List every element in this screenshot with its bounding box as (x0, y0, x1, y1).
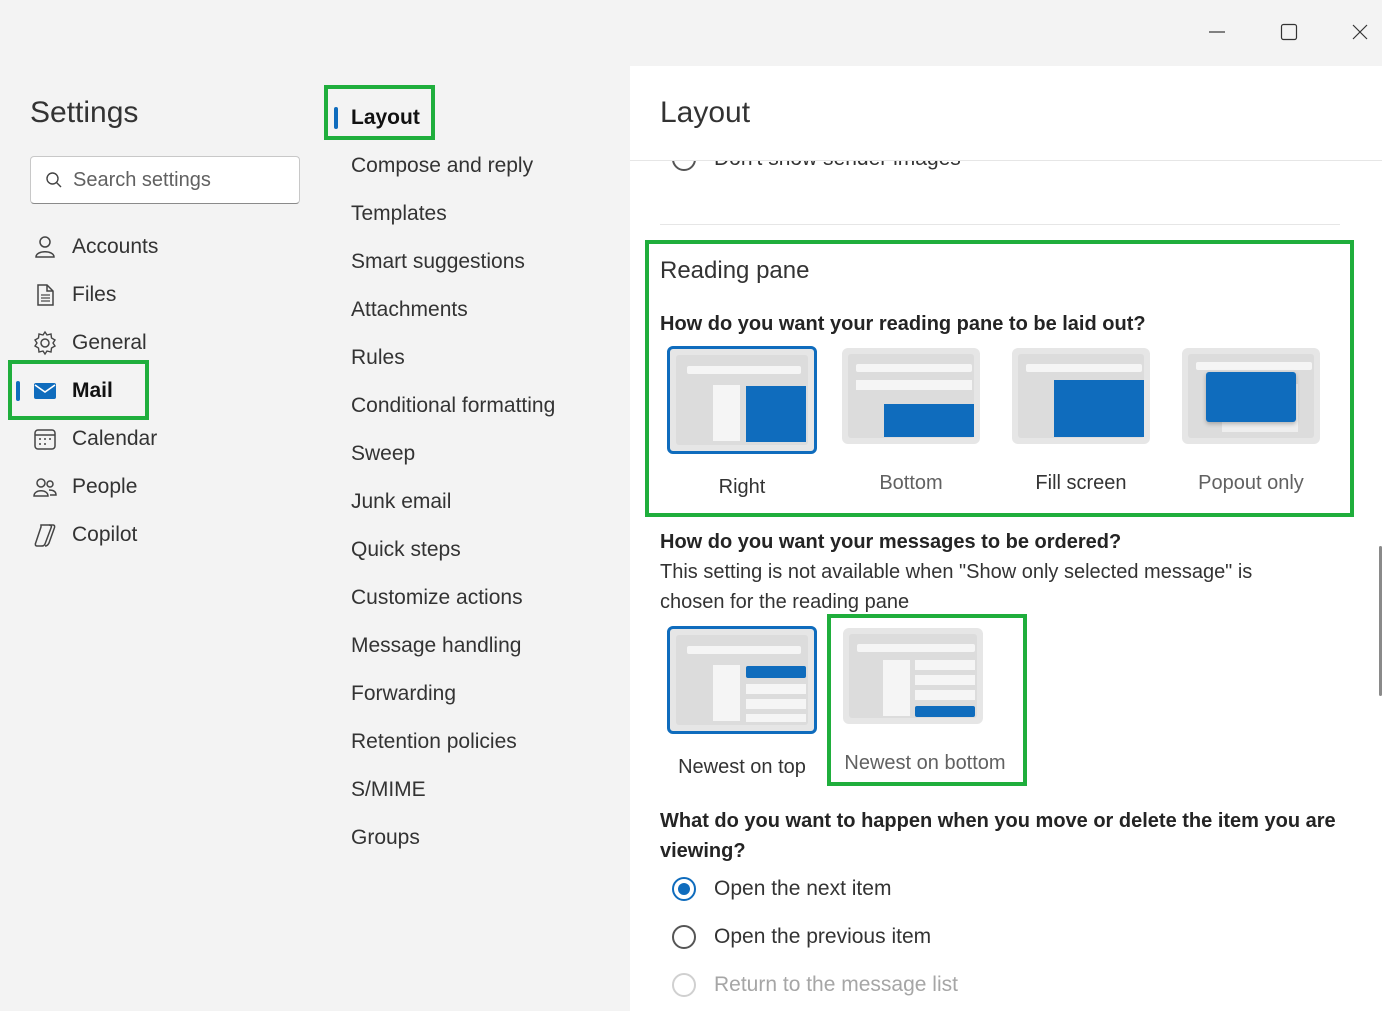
nav-item-people[interactable]: People (30, 467, 310, 507)
mail-settings-nav: Layout Compose and reply Templates Smart… (324, 66, 630, 1011)
minimize-icon (1209, 31, 1225, 33)
scrollbar[interactable] (1378, 161, 1382, 1011)
mid-item-junk-email[interactable]: Junk email (351, 487, 451, 517)
mid-item-compose-and-reply[interactable]: Compose and reply (351, 151, 533, 181)
nav-item-mail[interactable]: Mail (30, 371, 310, 411)
nav-label: Copilot (72, 523, 138, 546)
option-label: Newest on top (678, 756, 806, 778)
person-icon (30, 232, 60, 262)
ordering-option-newest-on-top[interactable]: Newest on top (667, 626, 817, 779)
option-label: Fill screen (1035, 472, 1127, 494)
settings-scroll-area[interactable]: Don't show sender images Reading pane Ho… (630, 161, 1382, 1011)
layout-settings-pane: Layout Don't show sender images Reading … (630, 66, 1382, 1011)
reading-pane-option-bottom[interactable]: Bottom (842, 348, 992, 495)
mid-item-groups[interactable]: Groups (351, 823, 420, 853)
radio-return-to-message-list: Return to the message list (672, 973, 958, 997)
radio-button[interactable] (672, 877, 696, 901)
maximize-icon (1280, 23, 1298, 41)
search-icon (46, 172, 62, 188)
mid-item-layout[interactable]: Layout (351, 103, 420, 133)
people-icon (30, 472, 60, 502)
ordering-question: How do you want your messages to be orde… (660, 531, 1122, 553)
radio-open-next-item[interactable]: Open the next item (672, 877, 891, 901)
mid-item-retention-policies[interactable]: Retention policies (351, 727, 517, 757)
close-button[interactable] (1344, 16, 1376, 48)
mid-item-smime[interactable]: S/MIME (351, 775, 426, 805)
radio-button[interactable] (672, 925, 696, 949)
mid-item-rules[interactable]: Rules (351, 343, 405, 373)
nav-item-accounts[interactable]: Accounts (30, 227, 310, 267)
reading-pane-option-right[interactable]: Right (667, 346, 817, 499)
reading-pane-option-popout-only[interactable]: Popout only (1182, 348, 1332, 495)
mid-item-forwarding[interactable]: Forwarding (351, 679, 456, 709)
settings-title: Settings (30, 96, 139, 129)
mid-item-templates[interactable]: Templates (351, 199, 447, 229)
radio-label: Open the next item (714, 877, 892, 900)
nav-item-general[interactable]: General (30, 323, 310, 363)
gear-icon (30, 328, 60, 358)
maximize-button[interactable] (1273, 16, 1305, 48)
radio-label: Return to the message list (714, 973, 958, 996)
divider (660, 224, 1340, 225)
mid-item-message-handling[interactable]: Message handling (351, 631, 521, 661)
radio-open-previous-item[interactable]: Open the previous item (672, 925, 931, 949)
thumbnail-fill-screen (1012, 348, 1150, 444)
mid-item-quick-steps[interactable]: Quick steps (351, 535, 461, 565)
reading-pane-option-fill-screen[interactable]: Fill screen (1012, 348, 1162, 495)
copilot-icon (30, 520, 60, 550)
thumbnail-popout-only (1182, 348, 1320, 444)
radio-label: Don't show sender images (714, 161, 961, 171)
page-title: Layout (660, 96, 751, 129)
ordering-note: This setting is not available when "Show… (660, 561, 1253, 613)
title-bar (0, 0, 1382, 66)
nav-label: Mail (72, 379, 113, 402)
option-label: Popout only (1198, 472, 1304, 494)
calendar-icon (30, 424, 60, 454)
file-icon (30, 280, 60, 310)
mid-item-smart-suggestions[interactable]: Smart suggestions (351, 247, 525, 277)
option-label: Bottom (879, 472, 943, 494)
mid-item-attachments[interactable]: Attachments (351, 295, 468, 325)
search-input[interactable] (73, 168, 273, 192)
radio-label: Open the previous item (714, 925, 932, 948)
nav-item-files[interactable]: Files (30, 275, 310, 315)
close-icon (1352, 24, 1368, 40)
mid-item-customize-actions[interactable]: Customize actions (351, 583, 523, 613)
mid-item-sweep[interactable]: Sweep (351, 439, 415, 469)
nav-item-copilot[interactable]: Copilot (30, 515, 310, 555)
option-label: Right (718, 476, 766, 498)
radio-button[interactable] (672, 161, 696, 171)
search-box[interactable] (30, 156, 300, 204)
thumbnail-right (667, 346, 817, 454)
nav-label: Files (72, 283, 117, 306)
nav-label: People (72, 475, 138, 498)
nav-label: Accounts (72, 235, 159, 258)
active-indicator (334, 107, 338, 129)
radio-dont-show-sender-images[interactable]: Don't show sender images (672, 161, 961, 171)
minimize-button[interactable] (1201, 16, 1233, 48)
ordering-option-newest-on-bottom[interactable]: Newest on bottom (843, 628, 1006, 775)
mid-item-conditional-formatting[interactable]: Conditional formatting (351, 391, 555, 421)
thumbnail-bottom (842, 348, 980, 444)
thumbnail-newest-on-top (667, 626, 817, 734)
move-delete-question: What do you want to happen when you move… (660, 810, 1336, 862)
mail-icon (30, 376, 60, 406)
thumbnail-newest-on-bottom (843, 628, 983, 724)
nav-label: General (72, 331, 147, 354)
radio-button (672, 973, 696, 997)
nav-label: Calendar (72, 427, 158, 450)
active-indicator (16, 381, 20, 401)
settings-nav: Settings Accounts Files General Mail Cal… (0, 66, 330, 1011)
reading-pane-question: How do you want your reading pane to be … (660, 313, 1146, 335)
reading-pane-title: Reading pane (660, 257, 810, 284)
option-label: Newest on bottom (844, 752, 1006, 774)
nav-item-calendar[interactable]: Calendar (30, 419, 310, 459)
